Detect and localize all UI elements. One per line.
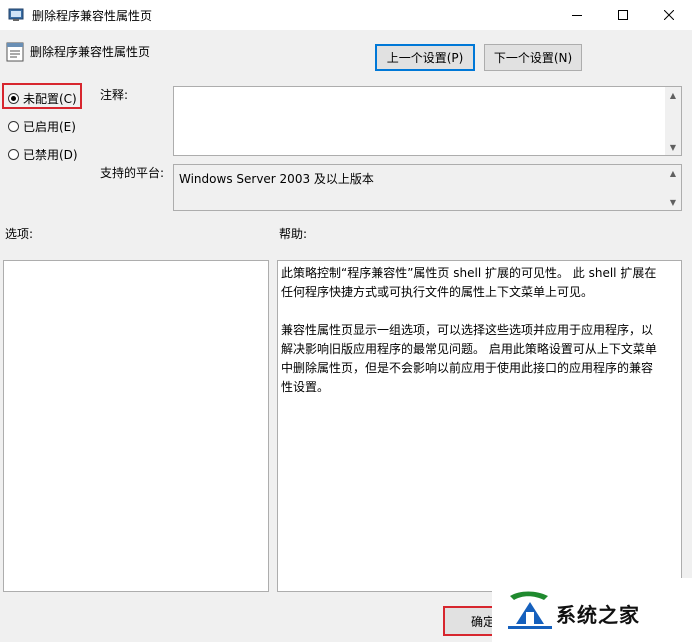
- scroll-down-icon[interactable]: ▼: [665, 194, 681, 210]
- maximize-button[interactable]: [600, 0, 646, 30]
- help-label: 帮助:: [279, 227, 308, 241]
- comment-scrollbar[interactable]: ▲ ▼: [665, 87, 681, 155]
- app-icon: [8, 8, 24, 21]
- scroll-down-icon[interactable]: ▼: [665, 139, 681, 155]
- minimize-icon: [572, 15, 582, 16]
- help-panel: 此策略控制“程序兼容性”属性页 shell 扩展的可见性。 此 shell 扩展…: [277, 260, 682, 592]
- platform-text: Windows Server 2003 及以上版本: [179, 172, 374, 186]
- help-paragraph: 此策略控制“程序兼容性”属性页 shell 扩展的可见性。 此 shell 扩展…: [281, 266, 657, 299]
- radio-button-checked[interactable]: [8, 93, 19, 104]
- options-label: 选项:: [5, 227, 34, 241]
- next-setting-button[interactable]: 下一个设置(N): [484, 44, 582, 71]
- help-paragraph: 兼容性属性页显示一组选项，可以选择这些选项并应用于应用程序，以解决影响旧版应用程…: [281, 323, 657, 394]
- radio-button[interactable]: [8, 149, 19, 160]
- radio-label: 已启用(E): [23, 120, 76, 134]
- scroll-up-icon[interactable]: ▲: [665, 165, 681, 181]
- close-button[interactable]: [646, 0, 692, 30]
- radio-label: 已禁用(D): [23, 148, 78, 162]
- radio-enabled[interactable]: 已启用(E): [8, 118, 76, 135]
- radio-label: 未配置(C): [23, 92, 77, 106]
- comment-textarea[interactable]: ▲ ▼: [173, 86, 682, 156]
- close-icon: [664, 10, 674, 20]
- radio-disabled[interactable]: 已禁用(D): [8, 146, 78, 163]
- maximize-icon: [618, 10, 628, 20]
- platform-scrollbar[interactable]: ▲ ▼: [665, 165, 681, 210]
- scroll-up-icon[interactable]: ▲: [665, 87, 681, 103]
- minimize-button[interactable]: [554, 0, 600, 30]
- prev-setting-button[interactable]: 上一个设置(P): [375, 44, 475, 71]
- policy-title: 删除程序兼容性属性页: [30, 45, 151, 59]
- platform-label: 支持的平台:: [100, 166, 165, 180]
- watermark-text: 系统之家: [556, 603, 640, 627]
- policy-icon: [6, 42, 24, 62]
- comment-label: 注释:: [100, 88, 129, 102]
- options-panel: [3, 260, 269, 592]
- window-title: 删除程序兼容性属性页: [32, 9, 153, 23]
- radio-button[interactable]: [8, 121, 19, 132]
- watermark-logo-icon: [508, 591, 552, 629]
- radio-not-configured[interactable]: 未配置(C): [8, 90, 77, 107]
- platform-box: Windows Server 2003 及以上版本 ▲ ▼: [173, 164, 682, 211]
